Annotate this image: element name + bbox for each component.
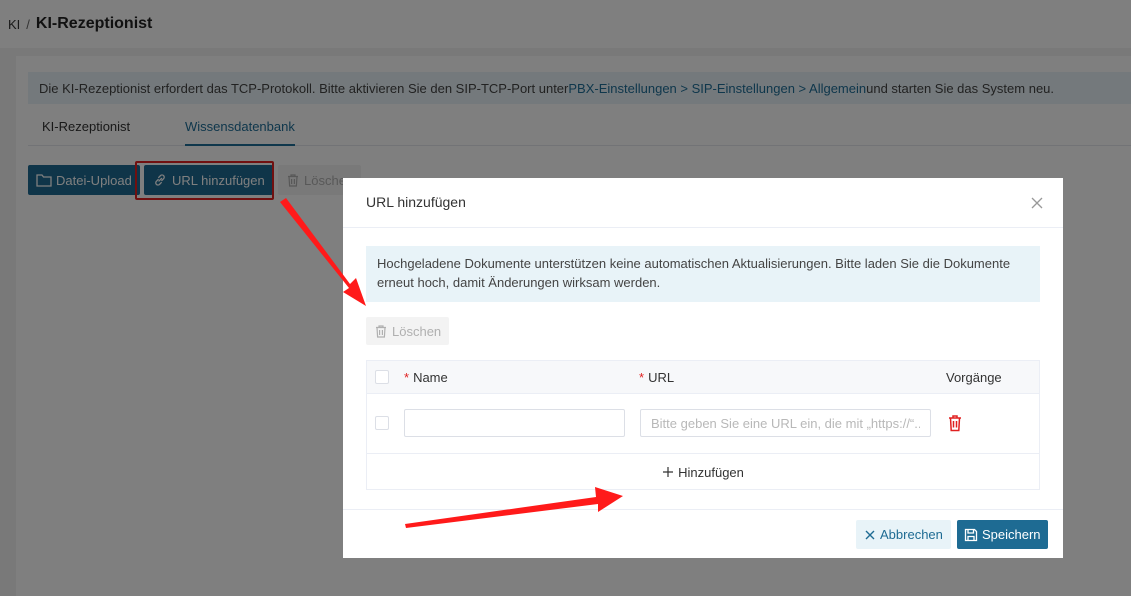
column-name-label: Name — [413, 370, 448, 385]
dialog-title: URL hinzufügen — [366, 194, 466, 210]
dialog-info-notice: Hochgeladene Dokumente unterstützen kein… — [366, 246, 1040, 302]
close-icon[interactable] — [1029, 195, 1045, 211]
required-mark: * — [639, 370, 645, 385]
column-url-header: * URL — [639, 370, 674, 385]
name-input[interactable] — [404, 409, 625, 437]
select-all-checkbox[interactable] — [375, 370, 389, 384]
row-delete-icon[interactable] — [947, 414, 963, 432]
plus-icon — [663, 467, 674, 477]
dialog-header: URL hinzufügen — [343, 178, 1063, 228]
table-header: * Name * URL Vorgänge — [367, 361, 1039, 394]
add-row-button[interactable]: Hinzufügen — [367, 455, 1039, 489]
save-label: Speichern — [982, 527, 1041, 542]
save-button[interactable]: Speichern — [957, 520, 1048, 549]
trash-icon — [376, 325, 386, 338]
add-row-label: Hinzufügen — [678, 464, 744, 480]
cancel-label: Abbrechen — [880, 527, 943, 542]
dialog-footer: Abbrechen Speichern — [343, 509, 1063, 558]
cancel-button[interactable]: Abbrechen — [856, 520, 951, 549]
required-mark: * — [404, 370, 410, 385]
column-url-label: URL — [648, 370, 675, 385]
save-icon — [964, 528, 978, 541]
row-checkbox[interactable] — [375, 416, 389, 430]
dialog-delete-label: Löschen — [392, 323, 442, 339]
column-actions-header: Vorgänge — [946, 370, 1002, 385]
dialog-delete-button[interactable]: Löschen — [366, 317, 450, 345]
table-row — [367, 394, 1039, 454]
column-name-header: * Name — [404, 370, 448, 385]
url-table: *Name *URL Vorgänge Hinzufügen — [366, 360, 1040, 490]
url-input[interactable] — [640, 409, 931, 437]
add-url-dialog: URL hinzufügen Hochgeladene Dokumente un… — [343, 178, 1063, 558]
close-icon — [865, 530, 875, 539]
